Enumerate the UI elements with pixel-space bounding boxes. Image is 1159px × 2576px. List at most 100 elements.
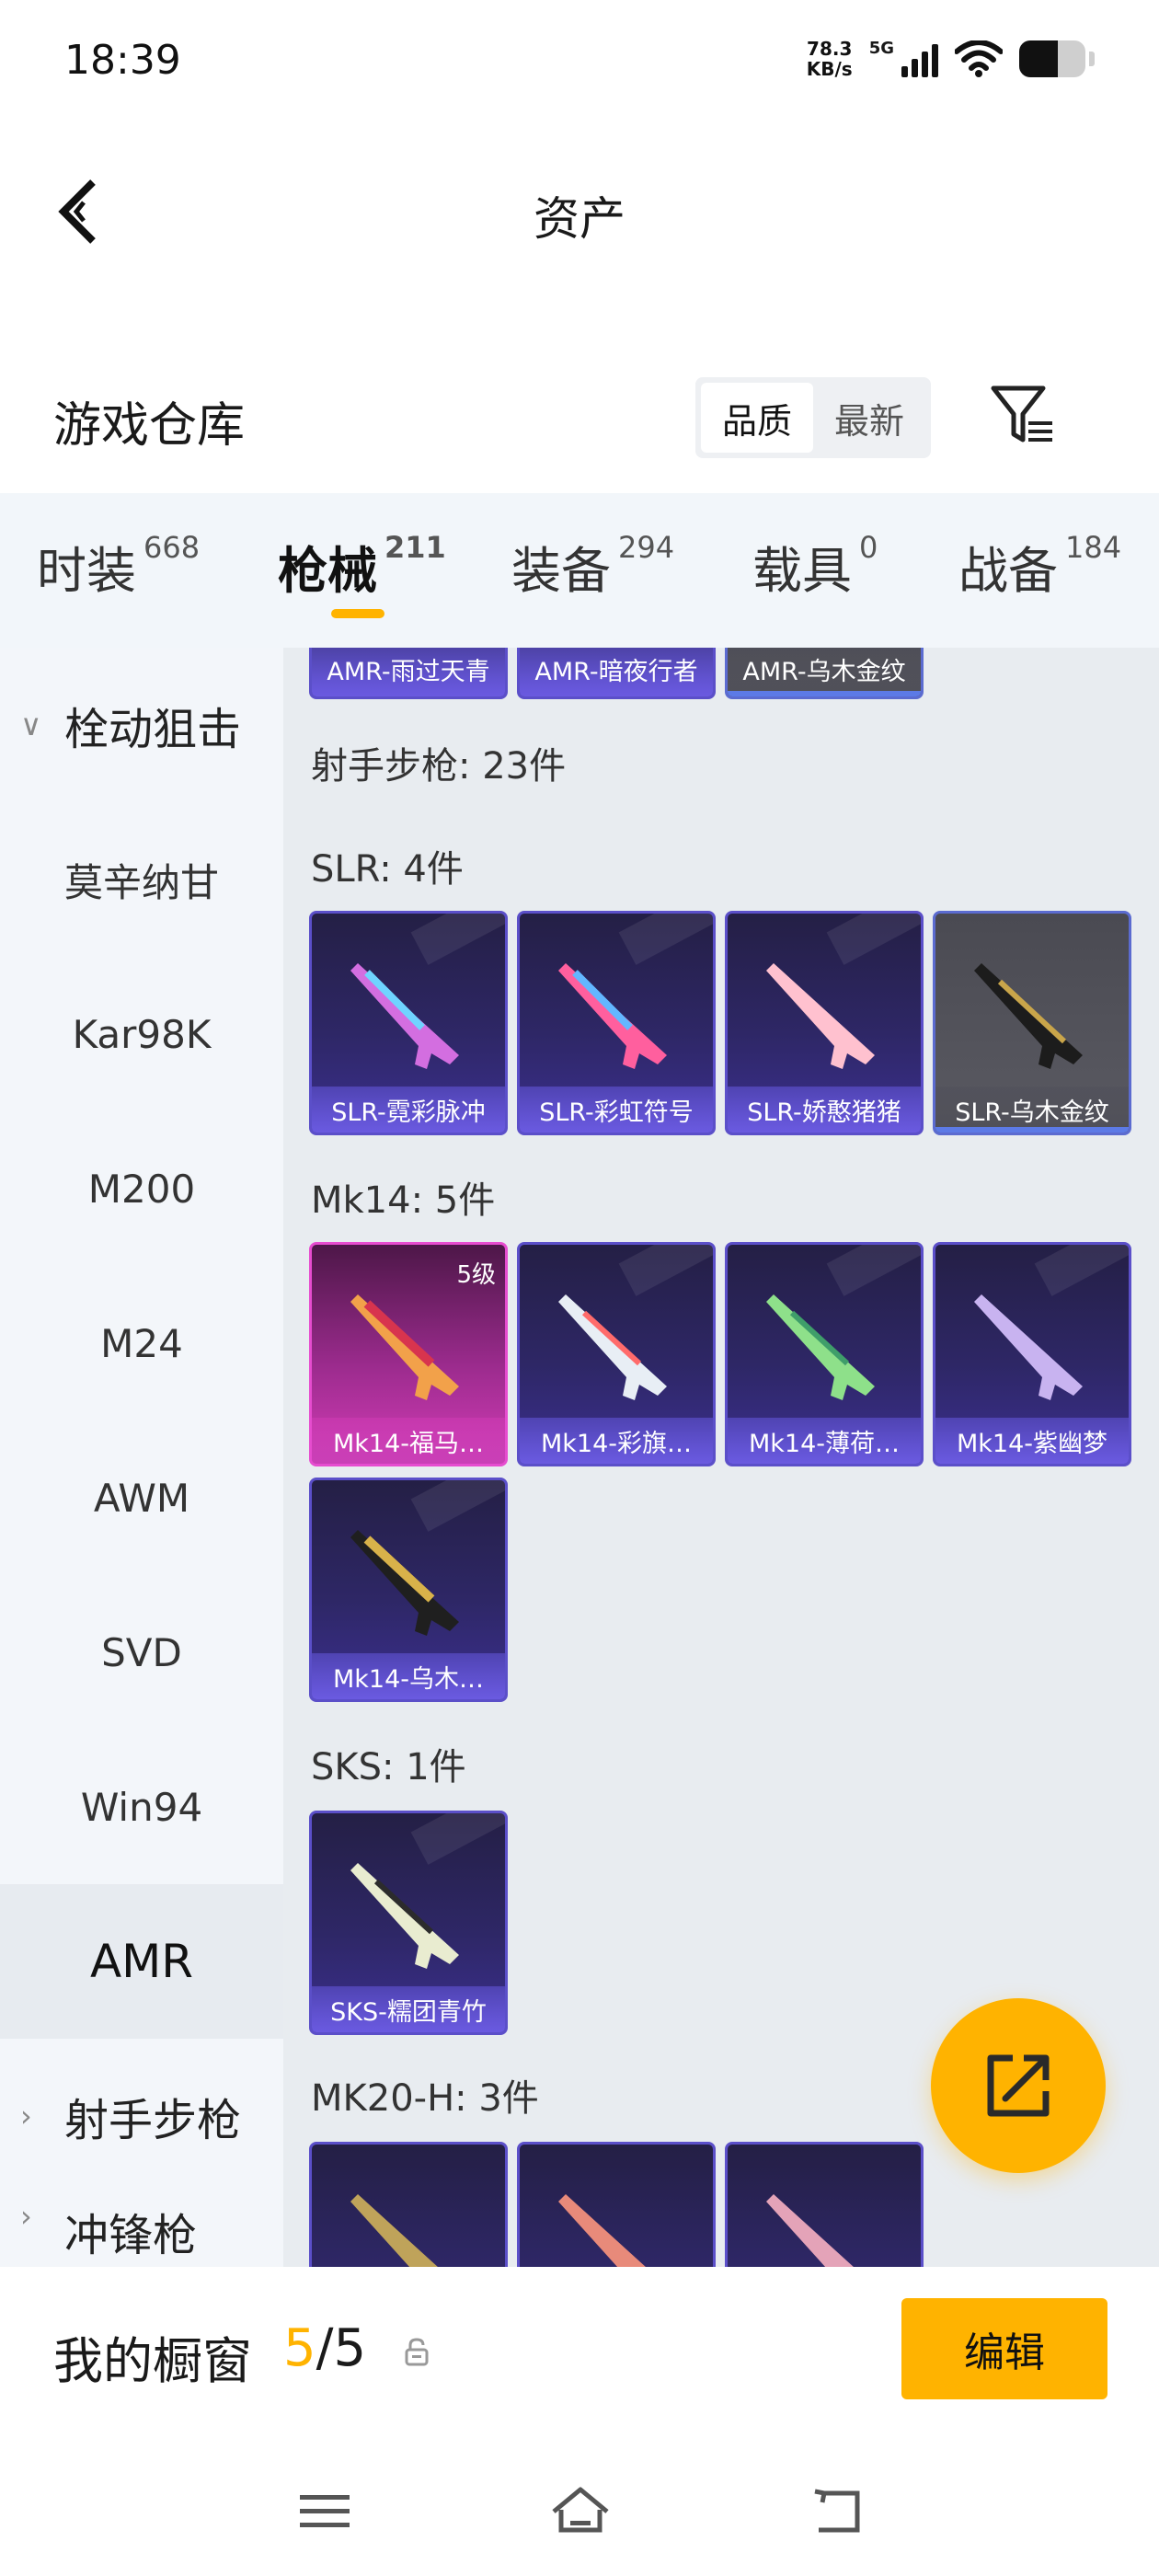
sidebar-item-win94[interactable]: Win94 [0,1730,283,1884]
sidebar-group-dmr[interactable]: › 射手步枪 [0,2039,283,2193]
skin-card[interactable]: Mk14-薄荷… [725,1242,924,1466]
skin-card[interactable]: Mk14-彩旗… [517,1242,716,1466]
sidebar-item-svd[interactable]: SVD [0,1575,283,1730]
tab-count: 184 [1065,530,1122,565]
network-type: 5G [868,38,894,58]
filter-icon [991,385,1052,443]
skin-name: SLR-娇憨猪猪 [728,1087,921,1133]
back-nav-icon[interactable] [806,2484,870,2539]
sort-quality-option[interactable]: 品质 [701,383,813,453]
skin-card[interactable]: AMR-雨过天青 [309,648,508,699]
sks-label: SKS: 1件 [311,1746,466,1788]
sidebar-item-m24[interactable]: M24 [0,1266,283,1420]
rifle-icon [350,1294,459,1400]
rifle-icon [766,963,875,1069]
tab-equipment[interactable]: 装备 294 [511,530,674,603]
sidebar-group-smg[interactable]: › 冲锋枪 [0,2193,283,2261]
home-icon[interactable] [548,2484,613,2539]
skin-name: AMR-暗夜行者 [520,648,713,696]
rifle-icon [558,2194,646,2267]
status-time: 18:39 [64,37,181,84]
menu-icon[interactable] [293,2484,357,2539]
share-button[interactable] [931,1998,1106,2173]
sidebar-group-label: 射手步枪 [64,2095,242,2146]
rifle-icon [766,2194,854,2267]
sort-toggle: 品质 最新 [695,377,931,458]
skin-name: AMR-乌木金纹 [728,648,921,696]
net-speed-value: 78.3 [807,38,853,60]
skin-card[interactable]: AMR-暗夜行者 [517,648,716,699]
skin-card[interactable]: SLR-彩虹符号 [517,911,716,1135]
tab-label: 载具 [752,542,852,600]
status-bar: 18:39 78.3 KB/s 5G [0,0,1159,125]
page-title: 资产 [534,192,625,246]
showcase-label: 我的橱窗 [53,2332,252,2390]
skin-card[interactable]: SLR-乌木金纹 [933,911,1131,1135]
skin-card[interactable]: 5级 Mk14-福马… [309,1242,508,1466]
skin-card[interactable]: Mk14-紫幽梦 [933,1242,1131,1466]
skin-name: SLR-彩虹符号 [520,1087,713,1133]
sidebar-item-awm[interactable]: AWM [0,1420,283,1575]
skin-name: Mk14-福马… [312,1418,505,1464]
active-tab-indicator [331,609,384,618]
signal-icon [901,40,938,77]
sidebar-group-label: 冲锋枪 [64,2210,198,2261]
sidebar-item-kar98k[interactable]: Kar98K [0,957,283,1111]
category-tabs: 时装 668 枪械 211 装备 294 载具 0 战备 184 [0,493,1159,648]
skin-card[interactable] [517,2142,716,2267]
rifle-icon [558,1294,667,1400]
skin-card[interactable]: Mk14-乌木… [309,1478,508,1702]
rifle-icon [766,1294,875,1400]
skin-card[interactable] [725,2142,924,2267]
tab-label: 战备 [958,542,1058,600]
network-speed: 78.3 KB/s [807,39,853,79]
sidebar-item-amr[interactable]: AMR [0,1884,283,2039]
tab-guns[interactable]: 枪械 211 [278,530,446,603]
mk20-label: MK20-H: 3件 [311,2077,539,2120]
tab-count: 211 [384,530,446,565]
tab-label: 枪械 [278,542,377,600]
skin-card[interactable]: SLR-霓彩脉冲 [309,911,508,1135]
showcase-current: 5 [283,2318,316,2378]
battery-icon [1019,40,1085,77]
rifle-icon [350,1530,459,1636]
chevron-down-icon: ∨ [20,707,42,742]
tab-count: 0 [859,530,878,565]
sidebar-group-bolt-action[interactable]: ∨ 栓动狙击 [0,648,283,802]
chevron-right-icon: › [20,2099,32,2133]
filter-button[interactable] [986,379,1060,453]
mk14-label: Mk14: 5件 [311,1179,496,1222]
sidebar-item-m200[interactable]: M200 [0,1111,283,1266]
tab-count: 294 [618,530,675,565]
tab-vehicles[interactable]: 载具 0 [752,530,878,603]
rifle-icon [350,963,459,1069]
skin-name: Mk14-乌木… [312,1653,505,1699]
dmr-summary: 射手步枪: 23件 [311,745,567,788]
tab-label: 时装 [37,542,136,600]
sidebar-item-mosin[interactable]: 莫辛纳甘 [0,802,283,957]
top-nav: 资产 [0,147,1159,276]
skin-card[interactable]: AMR-乌木金纹 [725,648,924,699]
warehouse-header: 游戏仓库 品质 最新 [0,359,1159,488]
skin-card[interactable]: SKS-糯团青竹 [309,1811,508,2035]
rifle-icon [974,1294,1083,1400]
edit-button[interactable]: 编辑 [901,2298,1107,2399]
skin-card[interactable]: SLR-娇憨猪猪 [725,911,924,1135]
skin-card[interactable] [309,2142,508,2267]
rifle-icon [350,1863,459,1969]
system-nav-bar [0,2447,1159,2576]
tab-fashion[interactable]: 时装 668 [37,530,200,603]
battery-tip [1089,52,1095,66]
tab-label: 装备 [511,542,611,600]
sort-newest-option[interactable]: 最新 [813,383,925,453]
skin-name: Mk14-紫幽梦 [935,1418,1129,1464]
status-icons: 78.3 KB/s 5G [807,39,1095,79]
rifle-icon [350,2194,438,2267]
tab-supplies[interactable]: 战备 184 [958,530,1121,603]
chevron-right-icon: › [20,2199,32,2234]
skin-name: Mk14-薄荷… [728,1418,921,1464]
showcase-total: 5 [333,2318,367,2378]
skin-name: SKS-糯团青竹 [312,1986,505,2032]
sidebar-group-label: 栓动狙击 [64,704,242,755]
share-icon [987,2054,1050,2117]
